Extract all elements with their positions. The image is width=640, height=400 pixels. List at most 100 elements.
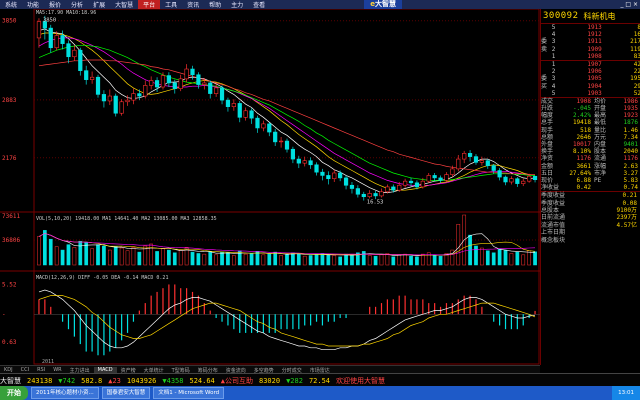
volume-bar [533,251,537,266]
quote-key: 净收益 [541,184,560,192]
quote-value: 0.42 [576,184,591,192]
quote-key-2: 最低 [594,119,607,127]
order-level: 3 [551,38,556,46]
volume-bar [291,252,295,266]
quote-row: 现手 518 量比 1.46 [541,127,640,134]
volume-bar [332,255,337,266]
candle-body [497,170,502,178]
candle-body [432,175,437,179]
status-item: 243138 [27,376,53,385]
ma-line-ma5 [38,28,536,193]
status-item: 582.8 [81,376,103,385]
volume-bar [72,247,77,266]
volume-bar [178,250,183,266]
candle-body [166,75,171,84]
quote-value-2: 1923 [623,112,638,120]
volume-bar [302,255,307,266]
candle-body [532,175,538,180]
vol-tick-label: 73611 [2,213,20,220]
quote-key: 总额 [541,133,554,141]
order-volume: 8 [637,24,640,31]
stock-code: 300092 [543,11,579,21]
volume-bar [415,256,419,266]
candle-body [379,191,384,197]
menu-item[interactable]: 平台 [138,0,161,9]
candle-body [320,171,325,176]
window-buttons[interactable]: _ □ × [620,0,638,9]
menu-item[interactable]: 查看 [248,0,270,9]
volume-bar [196,253,201,266]
macd-tick-label: - [2,311,6,318]
brand-logo: e大智慧 [364,0,402,9]
quote-key: 总手 [541,119,554,127]
fund-row: 日前流通 2397万 [541,214,640,221]
fund-value: 0.08 [622,199,637,207]
quote-value: 10017 [572,141,591,148]
candle-body [462,153,467,160]
order-price: 1905 [587,75,602,83]
order-side-label [541,24,552,31]
candle-body [48,27,53,49]
menu-item[interactable]: 系统 [0,0,22,9]
candle-body [438,177,443,181]
menu-item[interactable]: 报价 [44,0,66,9]
volume-bar [379,254,384,266]
candle-body [521,180,526,184]
candle-body [54,35,59,49]
taskbar-window-button[interactable]: 国泰君安大智慧 [101,387,151,399]
volume-bar [432,255,437,266]
status-item: 1043926 [126,376,157,385]
quote-key: 现手 [541,126,554,134]
order-row: 1 1907 42 [541,61,640,68]
menu-item[interactable]: 分析 [66,0,88,9]
volume-bar [397,254,402,266]
candle-body [456,158,461,170]
candle-body [278,140,284,143]
order-price: 1904 [587,82,602,90]
candle-body [60,35,65,44]
order-price: 1907 [587,60,602,68]
volume-bar [137,251,142,266]
quote-key-2: PE [594,176,602,184]
quote-key: 金额 [541,162,554,170]
low-marker: 16.53 [367,200,384,206]
status-item: ▲公司互助 [220,376,253,385]
volume-ma-line [38,233,536,256]
candle-body [95,76,101,95]
menu-item[interactable]: 大智慧 [110,0,138,9]
taskbar-window-button[interactable]: 文档1 - Microsoft Word [153,387,225,399]
candle-body [503,176,508,183]
quote-key: 净资 [541,155,554,163]
candle-body [414,182,420,188]
menu-item[interactable]: 扩展 [88,0,110,9]
candle-body [261,123,266,129]
order-row: 4 1912 16 [541,31,640,38]
candle-body [273,131,278,143]
candle-body [367,193,372,198]
fund-key: 概念板块 [541,236,566,244]
candle-body [391,186,396,191]
status-item: 524.64 [189,376,215,385]
menu-item[interactable]: 资讯 [182,0,204,9]
quote-key-2: 量比 [594,126,607,134]
menu-item[interactable]: 帮助 [204,0,226,9]
taskbar-clock: 13:01 [612,386,640,400]
price-tick-label: 2176 [2,155,17,162]
kline-chart[interactable]: 3850 2883 2176 3850 16.53 MA5:17.90 MA10:18.9… [0,9,540,365]
menu-item[interactable]: 工具 [160,0,182,9]
quote-value-2: 0.74 [623,184,638,192]
quote-value-2: 1935 [623,105,638,113]
candle-body [231,103,236,107]
start-button[interactable]: 开始 [0,386,28,400]
volume-bar [344,253,348,266]
volume-bar [491,252,496,266]
volume-bar [243,253,248,266]
candle-body [137,93,142,97]
menu-item[interactable]: 功能 [22,0,44,9]
order-volume: 16 [633,31,640,39]
menu-item[interactable]: 主力 [226,0,248,9]
taskbar-window-button[interactable]: 2011年核心题材小资... [31,387,99,399]
volume-bar [391,256,396,266]
fundamentals-table: 季度收益 0.21 季度收益 0.08 总股本 9100万 日前流通 2397万 流通市值 4.5… [541,191,640,244]
menu-bar: 系统 功能 报价 分析 扩展 大智慧 平台 工具 资讯 帮助 主力 查看 [0,0,640,9]
